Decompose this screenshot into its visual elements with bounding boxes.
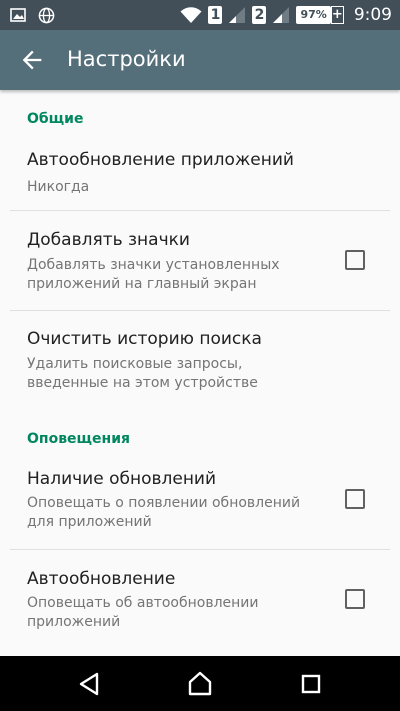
add-icons-checkbox[interactable] xyxy=(345,250,365,270)
status-time: 9:09 xyxy=(353,5,392,25)
setting-subtitle: Удалить поисковые запросы, введенные на … xyxy=(27,356,258,391)
settings-list: Общие Автообновление приложений Никогда … xyxy=(0,90,400,656)
setting-subtitle: Оповещать о появлении обновлений для при… xyxy=(27,495,301,530)
setting-add-icons[interactable]: Добавлять значки Добавлять значки устано… xyxy=(0,211,400,310)
sim1-badge: 1 xyxy=(208,6,223,24)
setting-auto-update-apps[interactable]: Автообновление приложений Никогда xyxy=(0,138,400,210)
back-triangle-icon xyxy=(79,672,99,696)
setting-subtitle: Добавлять значки установленных приложени… xyxy=(27,257,280,292)
setting-subtitle: Никогда xyxy=(27,179,90,195)
nav-back-button[interactable] xyxy=(76,670,104,698)
setting-title: Наличие обновлений xyxy=(27,469,217,489)
arrow-back-icon xyxy=(22,50,42,70)
setting-auto-update-notify[interactable]: Автообновление Оповещать об автообновлен… xyxy=(0,550,400,650)
battery-plus-icon: + xyxy=(330,6,344,24)
setting-title: Очистить историю поиска xyxy=(27,329,262,349)
wifi-icon xyxy=(180,7,202,23)
app-bar: Настройки xyxy=(0,30,400,90)
status-left-icons xyxy=(10,6,55,24)
signal-icon xyxy=(229,7,246,23)
update-availability-checkbox[interactable] xyxy=(345,489,365,509)
setting-subtitle: Оповещать об автообновлении приложений xyxy=(27,595,259,630)
globe-icon xyxy=(38,7,55,23)
image-icon xyxy=(10,8,26,22)
section-header-notifications: Оповещения xyxy=(27,431,130,447)
status-bar: 1 2 97% + 9:09 xyxy=(0,0,400,30)
section-header-general: Общие xyxy=(27,111,84,127)
navigation-bar xyxy=(0,656,400,711)
recents-icon xyxy=(301,674,321,694)
setting-title: Автообновление приложений xyxy=(27,150,294,170)
battery-percent: 97% xyxy=(296,6,331,24)
setting-update-availability[interactable]: Наличие обновлений Оповещать о появлении… xyxy=(0,454,400,548)
auto-update-notify-checkbox[interactable] xyxy=(345,589,365,609)
page-title: Настройки xyxy=(67,47,186,71)
nav-recents-button[interactable] xyxy=(297,670,325,698)
home-icon xyxy=(188,671,212,696)
status-right-icons: 1 2 97% + 9:09 xyxy=(180,5,392,25)
setting-clear-search-history[interactable]: Очистить историю поиска Удалить поисковы… xyxy=(0,311,400,406)
nav-home-button[interactable] xyxy=(186,670,214,698)
signal-icon xyxy=(273,7,290,23)
sim2-badge: 2 xyxy=(252,6,267,24)
setting-title: Добавлять значки xyxy=(27,230,190,250)
setting-title: Автообновление xyxy=(27,569,176,589)
back-button[interactable] xyxy=(18,46,46,74)
